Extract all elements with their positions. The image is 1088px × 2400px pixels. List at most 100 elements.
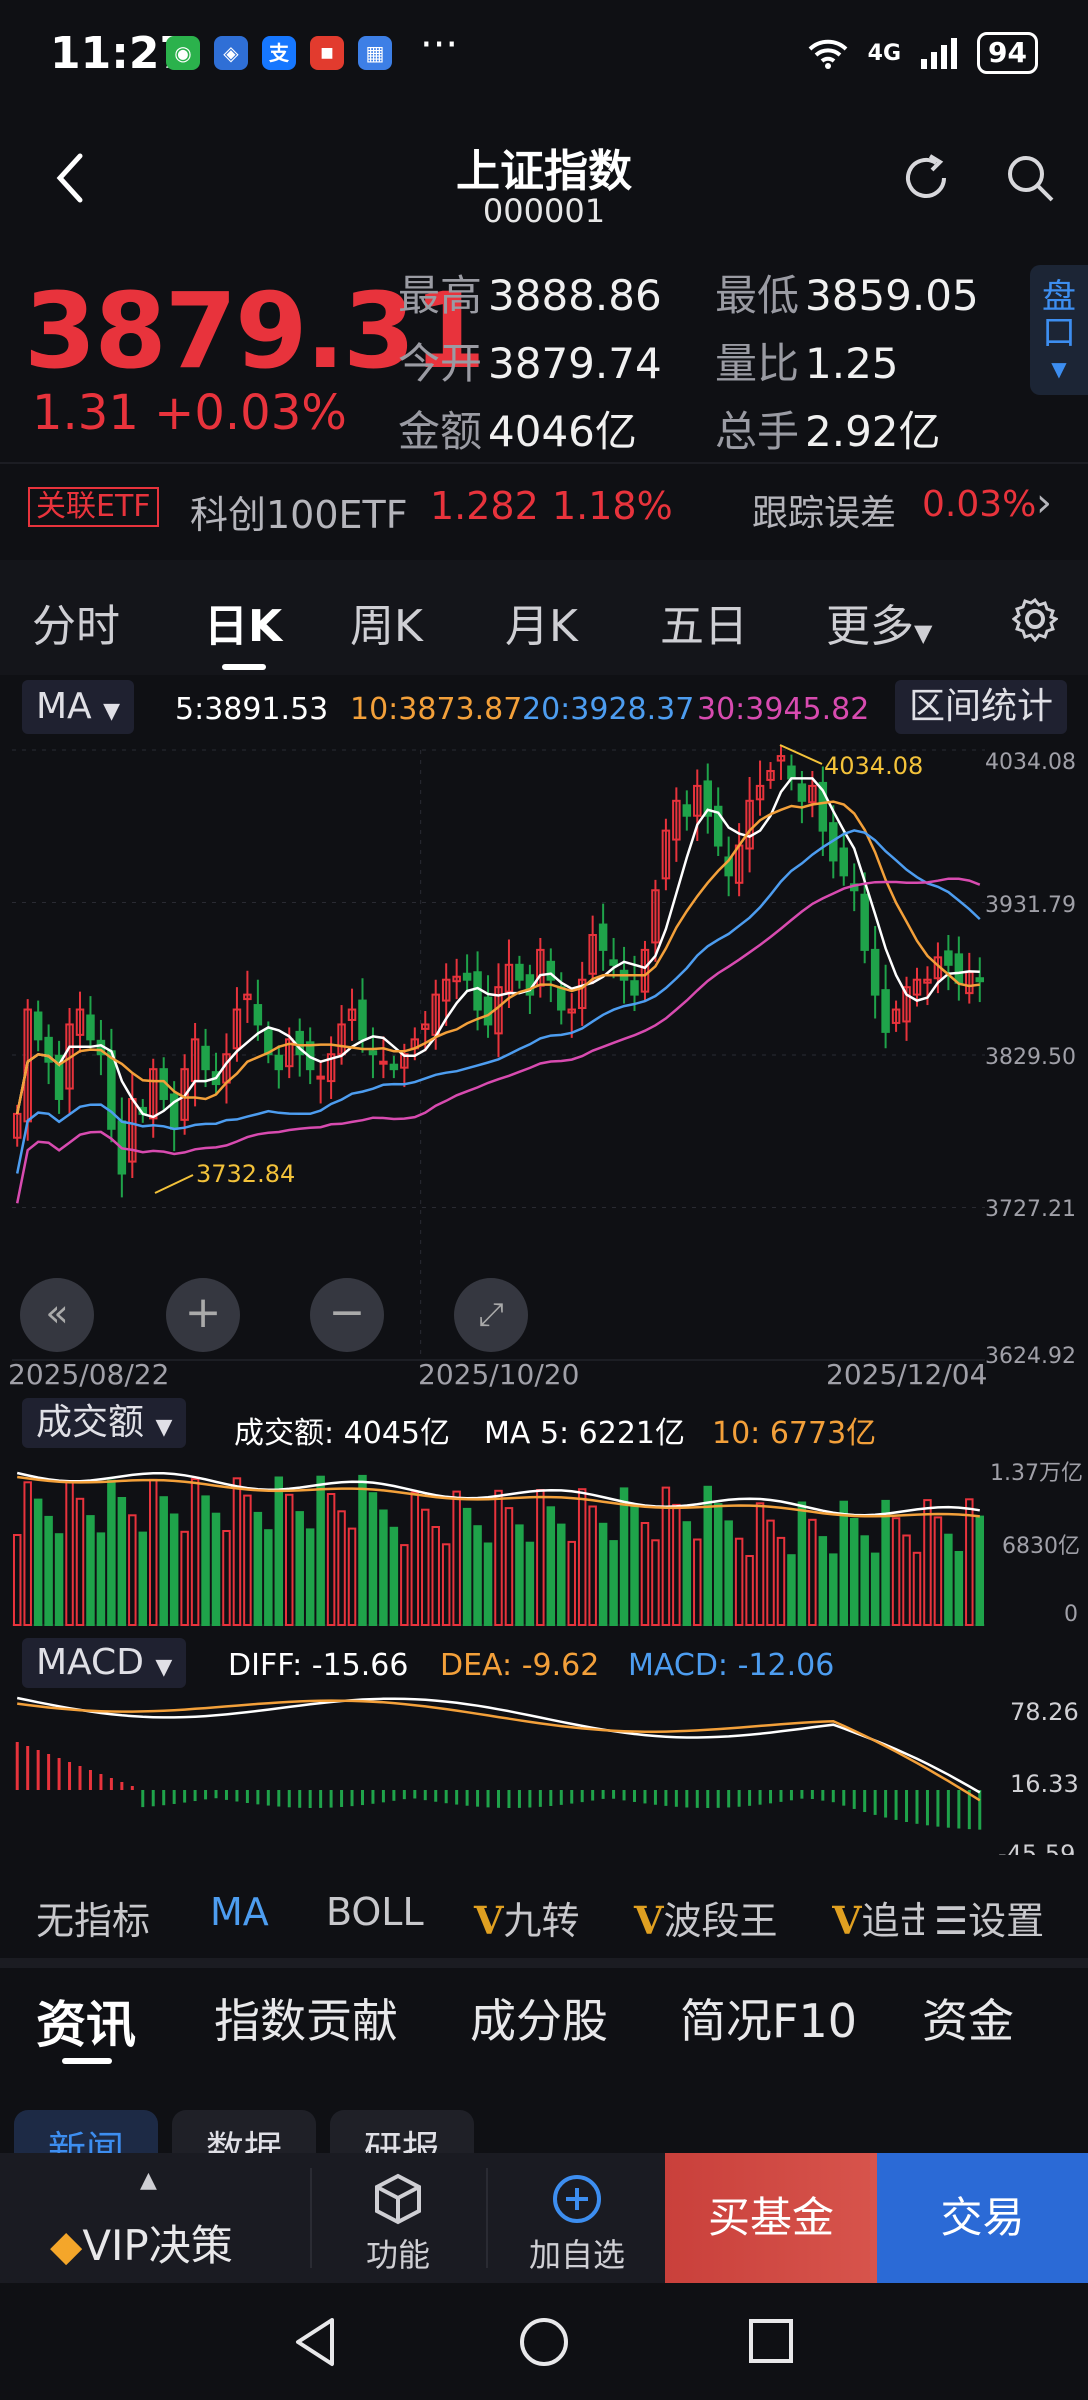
indicator-settings-button[interactable]: ☰设置 <box>934 1890 1044 1945</box>
volume-bar <box>316 1475 325 1626</box>
buy-fund-button[interactable]: 买基金 <box>665 2153 877 2283</box>
candle <box>389 1063 399 1071</box>
tab-capital[interactable]: 资金 <box>922 1985 1014 2051</box>
fullscreen-icon[interactable]: ⤢ <box>454 1278 528 1352</box>
volume-bar <box>525 1541 535 1626</box>
divider <box>486 2168 488 2268</box>
volume-bar <box>609 1540 618 1626</box>
volume-ma10: 10: 6773亿 <box>712 1416 877 1451</box>
nav-back-icon[interactable] <box>290 2314 340 2370</box>
volume-bar <box>75 1497 85 1627</box>
indicator-boduan[interactable]: V波段王 <box>634 1890 778 1945</box>
alipay-icon: 支 <box>262 36 296 70</box>
indicator-zhuiji[interactable]: V追击 <box>832 1890 924 1945</box>
volume-bar <box>44 1515 53 1627</box>
volume-bar <box>494 1489 503 1627</box>
add-circle-icon <box>553 2175 601 2223</box>
volume-bar <box>358 1474 367 1627</box>
etf-name[interactable]: 科创100ETF <box>190 484 408 539</box>
indicator-boll[interactable]: BOLL <box>326 1890 424 1934</box>
volume-bar <box>536 1489 545 1626</box>
kline-chart[interactable] <box>0 740 1088 1870</box>
stat-low: 最低 3859.05 <box>715 262 979 323</box>
tab-intraday[interactable]: 分时 <box>32 590 120 654</box>
candle <box>975 977 985 983</box>
tab-five-day[interactable]: 五日 <box>660 590 748 654</box>
section-divider <box>0 1958 1088 1968</box>
volume-bar <box>693 1538 702 1626</box>
volume-bar <box>180 1530 189 1627</box>
macd-axis-label: 78.26 <box>1010 1698 1079 1726</box>
candle <box>358 999 367 1041</box>
volume-axis-label: 1.37万亿 <box>990 1461 1083 1486</box>
volume-bar <box>797 1501 807 1626</box>
volume-bar <box>107 1479 116 1626</box>
candle <box>557 986 566 1011</box>
tab-profile-f10[interactable]: 简况F10 <box>680 1985 857 2051</box>
volume-bar <box>159 1496 168 1626</box>
zoom-in-icon[interactable]: + <box>166 1278 240 1352</box>
volume-bar <box>808 1518 817 1627</box>
range-stats-button[interactable]: 区间统计 <box>895 680 1068 734</box>
nav-home-icon[interactable] <box>516 2314 572 2370</box>
news-app-icon: ■ <box>310 36 344 70</box>
add-watchlist-button[interactable]: 加自选 <box>522 2172 632 2276</box>
volume-selector[interactable]: 成交额 ▼ <box>22 1398 187 1448</box>
tab-news[interactable]: 资讯 <box>36 1985 136 2057</box>
notification-icons: ◉ ◈ 支 ■ ▦ <box>166 36 392 70</box>
macd-value: MACD: -12.06 <box>628 1648 835 1683</box>
trade-button[interactable]: 交易 <box>877 2153 1088 2283</box>
volume-bar <box>410 1491 420 1627</box>
volume-bar <box>818 1536 828 1626</box>
app-shield-icon: ◈ <box>214 36 248 70</box>
tab-constituents[interactable]: 成分股 <box>470 1985 608 2051</box>
zoom-out-icon[interactable]: − <box>310 1278 384 1352</box>
volume-bar <box>462 1507 472 1627</box>
stat-amount: 金额 4046亿 <box>398 398 637 459</box>
vip-decision-button[interactable]: ◆VIP决策 <box>50 2212 233 2273</box>
network-type: 4G <box>867 40 902 66</box>
volume-bar <box>745 1555 754 1626</box>
stat-open: 今开 3879.74 <box>398 330 662 391</box>
tab-index-contribution[interactable]: 指数贡献 <box>214 1985 398 2051</box>
min-marker-line <box>154 1174 194 1194</box>
tab-monthly-k[interactable]: 月K <box>505 590 578 654</box>
volume-bar <box>640 1522 650 1626</box>
volume-bar <box>400 1544 409 1626</box>
macd-selector[interactable]: MACD ▼ <box>22 1638 187 1688</box>
stat-volume-label: 总手 <box>715 407 800 456</box>
caret-down-icon: ▼ <box>103 699 121 724</box>
ma20-value: 20:3928.37 <box>522 692 695 727</box>
volume-bar <box>912 1551 922 1627</box>
function-button[interactable]: 功能 <box>358 2172 438 2276</box>
search-icon[interactable] <box>1002 150 1058 206</box>
system-indicators: 4G 94 <box>806 32 1038 74</box>
volume-bar <box>138 1531 148 1626</box>
indicator-none[interactable]: 无指标 <box>36 1890 150 1945</box>
indicator-ma[interactable]: MA <box>210 1890 269 1934</box>
tab-daily-k[interactable]: 日K <box>204 590 282 654</box>
ma10-value: 10:3873.87 <box>350 692 523 727</box>
volume-bar <box>285 1493 294 1627</box>
ma5-value: 5:3891.53 <box>175 692 329 727</box>
volume-amount: 成交额: 4045亿 <box>234 1416 450 1451</box>
volume-bar <box>975 1515 985 1626</box>
tab-weekly-k[interactable]: 周K <box>350 590 423 654</box>
order-book-toggle[interactable]: 盘口 ▼ <box>1030 265 1088 395</box>
stat-high-label: 最高 <box>398 271 483 320</box>
tab-more[interactable]: 更多▼ <box>826 590 932 654</box>
date-axis-label: 2025/12/04 <box>826 1358 988 1391</box>
chevron-right-icon[interactable]: › <box>1036 480 1052 526</box>
chevron-up-icon[interactable]: ▲ <box>140 2168 157 2193</box>
indicator-jiuzhuan[interactable]: V九转 <box>474 1890 580 1945</box>
volume-bar <box>347 1527 357 1626</box>
volume-bar <box>264 1529 273 1626</box>
refresh-icon[interactable] <box>898 150 954 206</box>
macd-dea-line <box>17 1699 981 1802</box>
ma-selector[interactable]: MA ▼ <box>22 680 135 734</box>
nav-recents-icon[interactable] <box>746 2316 796 2366</box>
volume-bar <box>379 1509 388 1626</box>
scroll-left-icon[interactable]: « <box>20 1278 94 1352</box>
volume-bar <box>96 1532 106 1627</box>
gear-icon[interactable] <box>1012 596 1058 642</box>
